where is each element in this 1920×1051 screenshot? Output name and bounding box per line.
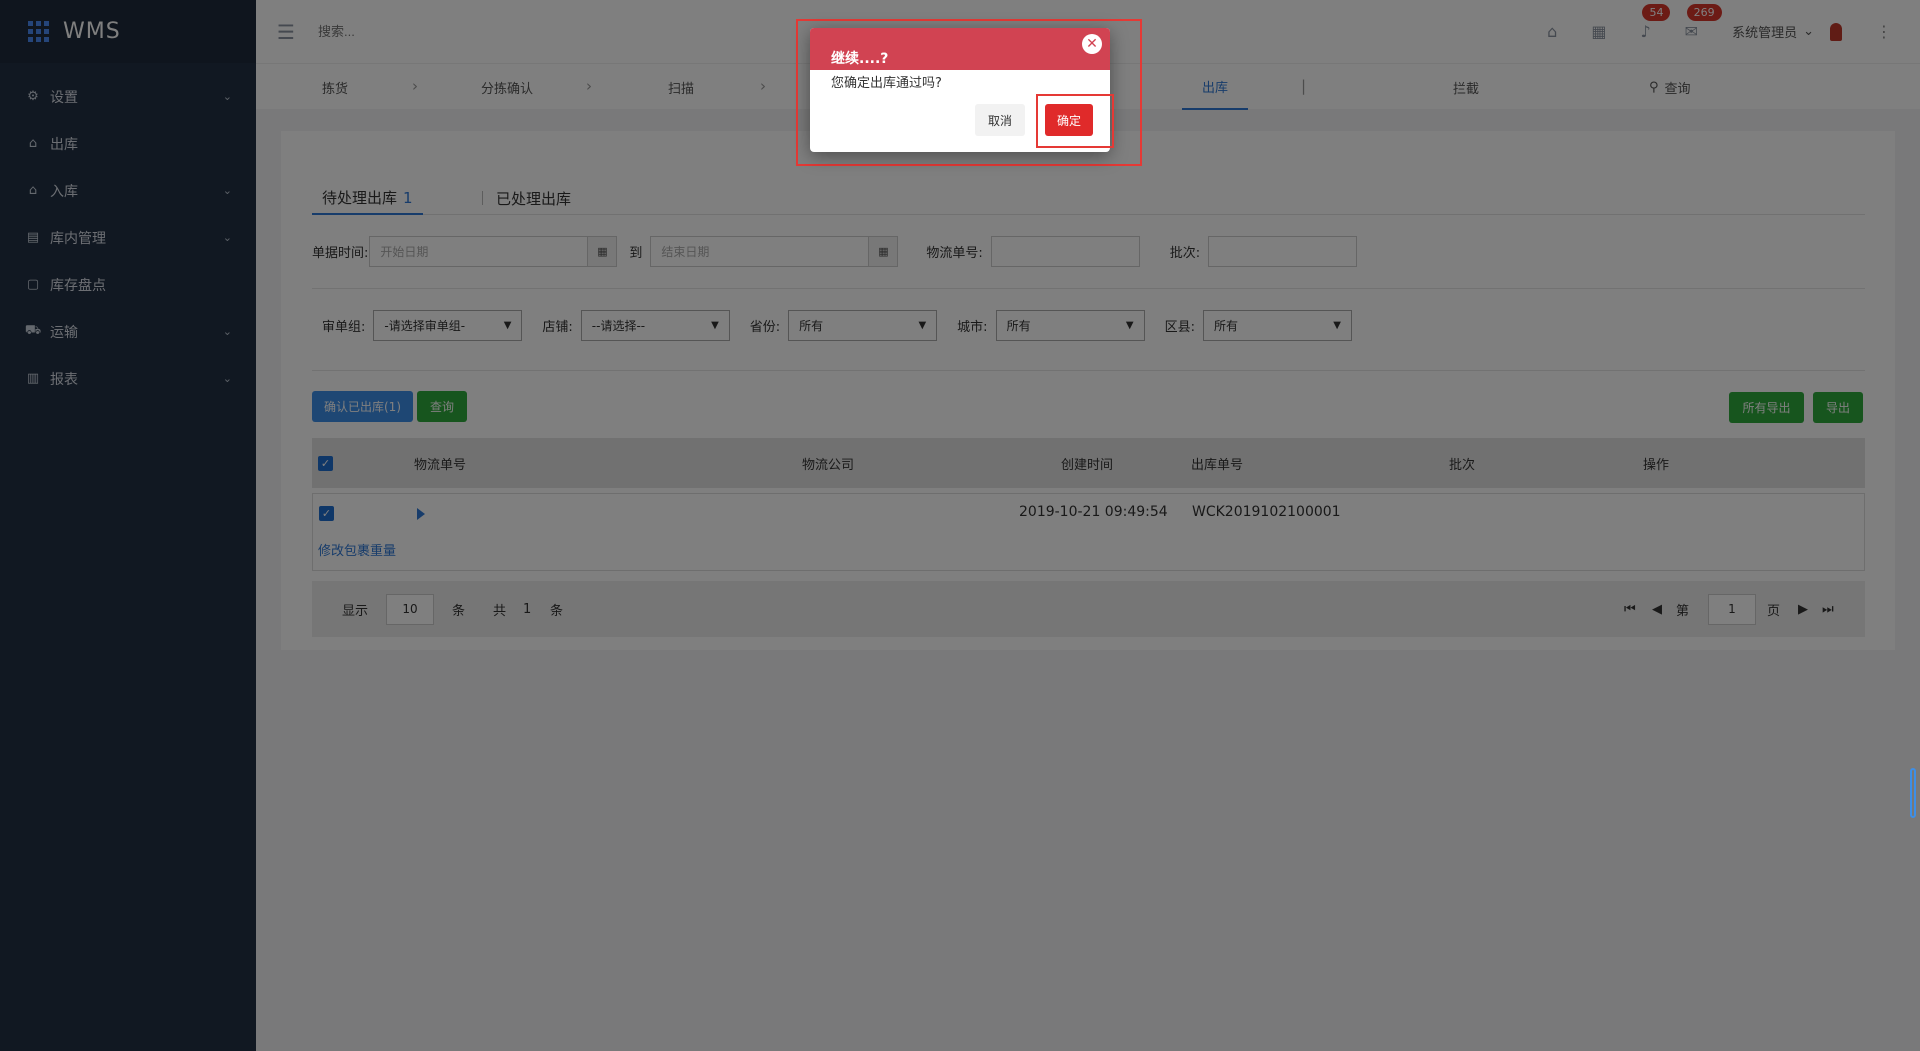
dialog-title: 继续....?	[810, 28, 1110, 70]
dialog-message: 您确定出库通过吗?	[831, 76, 942, 91]
scrollbar-thumb[interactable]	[1910, 768, 1916, 818]
cancel-button[interactable]: 取消	[975, 104, 1025, 136]
highlight-box-ok	[1036, 94, 1114, 148]
close-icon[interactable]: ✕	[1082, 34, 1102, 54]
